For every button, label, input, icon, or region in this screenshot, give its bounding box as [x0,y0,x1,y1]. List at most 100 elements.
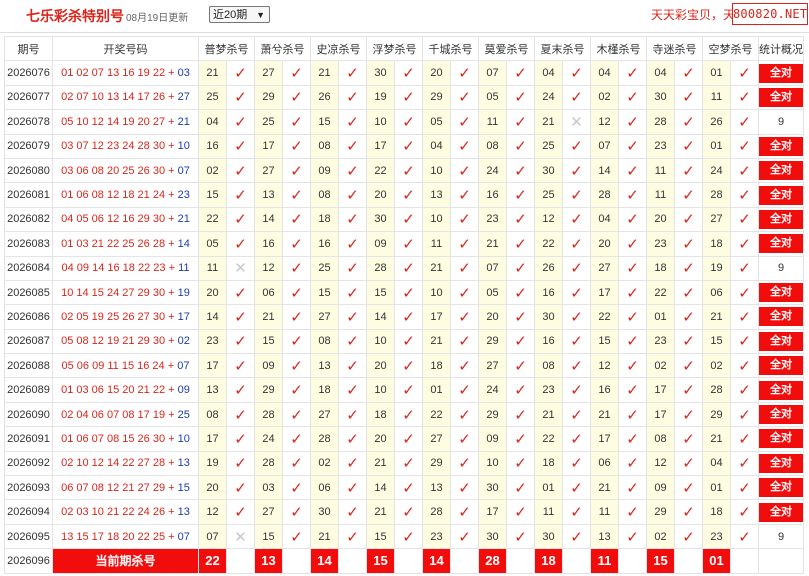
check-icon: ✓ [226,157,255,184]
check-icon: ✓ [506,377,535,403]
check-icon: ✓ [282,475,311,501]
check-icon: ✓ [338,377,367,403]
issue-cell: 2026088 [4,353,53,379]
issue-cell: 2026090 [4,401,53,428]
kill-number-cell: 27 [310,304,339,330]
kill-number-cell: 20 [366,353,395,379]
special-number: 25 [177,408,190,421]
check-icon: ✓ [562,450,591,477]
plus-sign: + [168,237,175,250]
check-icon: ✓ [674,279,703,306]
table-row: 2026084 04 09 14 16 18 22 23 + 11 11 ✕ 12 ✓ 25… [4,255,804,281]
cross-icon: ✕ [226,523,255,550]
check-icon: ✓ [562,206,591,233]
kill-number-cell: 10 [422,279,451,306]
check-icon: ✓ [338,304,367,330]
col-issue: 期号 [4,35,53,62]
check-icon: ✓ [282,157,311,184]
check-icon: ✓ [338,475,367,501]
kill-number-cell: 01 [422,377,451,403]
kill-number-cell: 15 [254,328,283,355]
correct-count: 9 [777,262,785,275]
draw-numbers-cell: 01 03 21 22 25 26 28 + 14 [52,231,199,257]
empty-cell [394,548,423,574]
check-icon: ✓ [730,279,759,306]
kill-number-cell: 08 [646,426,675,452]
check-icon: ✓ [674,206,703,233]
check-icon: ✓ [450,182,479,208]
kill-number-cell: 02 [646,353,675,379]
stat-cell: 全对 [758,377,804,403]
check-icon: ✓ [562,499,591,525]
check-icon: ✓ [282,499,311,525]
kill-number-cell: 21 [366,450,395,477]
check-icon: ✓ [618,328,647,355]
kill-number-cell: 15 [310,109,339,135]
empty-cell [506,548,535,574]
table-row: 2026092 02 10 12 14 22 27 28 + 13 19 ✓ 28 ✓ 02… [4,450,804,477]
plus-sign: + [168,91,175,104]
check-icon: ✓ [226,475,255,501]
plus-sign: + [168,67,175,80]
special-number: 23 [177,189,190,202]
check-icon: ✓ [506,279,535,306]
draw-numbers-cell: 01 02 07 13 16 19 22 + 03 [52,60,199,86]
check-icon: ✓ [506,133,535,159]
check-icon: ✓ [394,523,423,550]
kill-number-cell: 16 [254,231,283,257]
main-numbers: 02 07 10 13 14 17 26 [61,91,166,104]
stat-cell: 全对 [758,450,804,477]
kill-number-cell: 27 [590,255,619,281]
draw-numbers-cell: 02 05 19 25 26 27 30 + 17 [52,304,199,330]
check-icon: ✓ [506,499,535,525]
kill-number-cell: 21 [702,304,731,330]
kill-number-cell: 20 [366,182,395,208]
kill-number-cell: 09 [646,475,675,501]
special-number: 14 [177,237,190,250]
kill-number-cell: 28 [702,377,731,403]
check-icon: ✓ [674,304,703,330]
check-icon: ✓ [730,450,759,477]
period-select[interactable]: 近20期 ▼ [209,6,270,23]
kill-number-cell: 11 [198,255,227,281]
kill-number-cell: 02 [198,157,227,184]
check-icon: ✓ [282,206,311,233]
plus-sign: + [168,115,175,128]
kill-number-cell: 04 [590,60,619,86]
kill-number-cell: 21 [534,109,563,135]
kill-number-cell: 24 [478,157,507,184]
check-icon: ✓ [394,499,423,525]
main-numbers: 05 08 12 19 21 29 30 [61,335,166,348]
check-icon: ✓ [450,60,479,86]
kill-number-cell: 27 [310,401,339,428]
kill-number-cell: 29 [478,328,507,355]
check-icon: ✓ [618,401,647,428]
table-row: 2026089 01 03 06 15 20 21 22 + 09 13 ✓ 29 ✓ 18… [4,377,804,403]
kill-number-cell: 15 [366,279,395,306]
draw-numbers-cell: 02 04 06 07 08 17 19 + 25 [52,401,199,428]
kill-number-cell: 09 [478,426,507,452]
check-icon: ✓ [730,182,759,208]
kill-number-cell: 17 [198,353,227,379]
correct-count: 9 [777,115,785,128]
check-icon: ✓ [450,206,479,233]
kill-number-cell: 21 [590,401,619,428]
site-logo[interactable]: 800820.NET [732,3,808,25]
table-row: 2026085 10 14 15 24 27 29 30 + 19 20 ✓ 06 ✓ 15… [4,279,804,306]
stat-cell: 全对 [758,353,804,379]
special-number: 07 [177,164,190,177]
issue-cell: 2026087 [4,328,53,355]
check-icon: ✓ [338,328,367,355]
plus-sign: + [168,286,175,299]
plus-sign: + [168,506,175,519]
kill-number-cell: 11 [646,182,675,208]
col-stats: 统计概况 [758,35,804,62]
check-icon: ✓ [730,401,759,428]
kill-number-cell: 21 [422,328,451,355]
all-correct-badge: 全对 [759,356,803,376]
stat-cell: 全对 [758,133,804,159]
check-icon: ✓ [282,279,311,306]
main-numbers: 02 04 06 07 08 17 19 [61,408,166,421]
empty-cell [618,548,647,574]
kill-number-cell: 24 [702,157,731,184]
